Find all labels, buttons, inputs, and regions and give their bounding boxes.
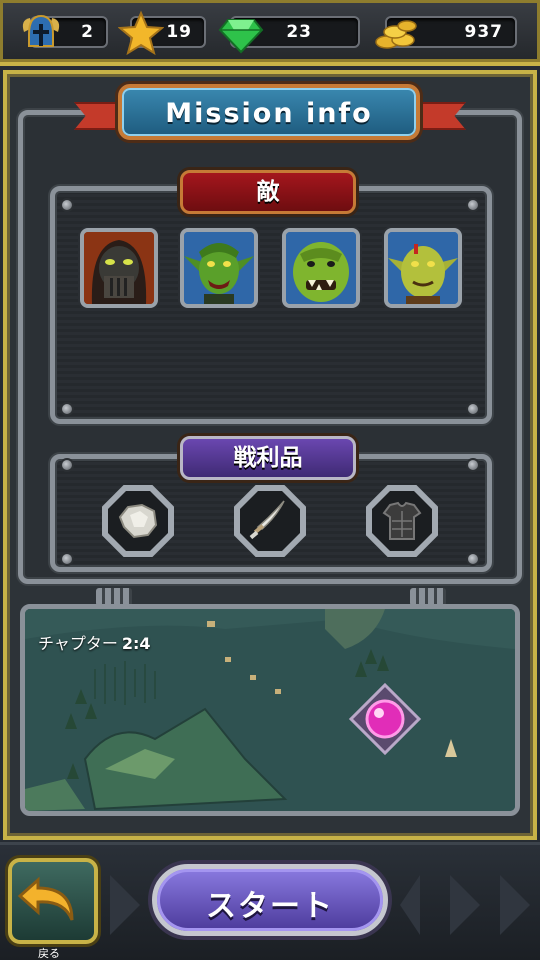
loot-item-3[interactable]	[366, 485, 438, 557]
gems-counter[interactable]: 23	[218, 16, 360, 54]
loot-item-1[interactable]	[102, 485, 174, 557]
coins-counter[interactable]: 937	[375, 16, 517, 49]
bolt	[466, 458, 480, 472]
start-button[interactable]: スタート	[152, 864, 388, 936]
bolt	[60, 402, 74, 416]
back-label: 戻る	[38, 947, 60, 960]
helmet-counter[interactable]: 2	[22, 14, 108, 48]
start-button-label: スタート	[206, 889, 334, 924]
back-button[interactable]	[8, 858, 98, 944]
bolt	[60, 552, 74, 566]
green-orc-enemy-icon	[286, 232, 356, 304]
title-box: Mission info	[118, 84, 420, 140]
bolt	[466, 552, 480, 566]
resource-bar: 2 19 23 937	[0, 0, 540, 66]
chapter-label: チャプター 2:4	[38, 630, 151, 654]
enemy-portrait-2[interactable]	[180, 228, 258, 308]
enemies-header: 敵	[180, 170, 356, 214]
helmet-icon	[22, 14, 60, 47]
chapter-value: 2:4	[121, 634, 151, 653]
coins-count: 937	[464, 22, 503, 42]
loot-item-2[interactable]	[234, 485, 306, 557]
enemy-portrait-1[interactable]	[80, 228, 158, 308]
gem-icon	[218, 19, 264, 54]
stars-count: 19	[166, 22, 192, 42]
title-banner: Mission info	[74, 80, 466, 140]
ore-rock-icon	[118, 503, 158, 539]
gems-count: 23	[286, 22, 312, 42]
star-icon	[118, 10, 164, 56]
chapter-prefix: チャプター	[38, 634, 118, 653]
back-arrow-icon	[17, 876, 74, 921]
bolt	[60, 458, 74, 472]
enemy-portrait-3[interactable]	[282, 228, 360, 308]
game-screen: 2 19 23 937 Mission info 敵 戦利品 チャプター 2:4…	[0, 0, 540, 960]
bolt	[466, 402, 480, 416]
curved-sword-icon	[249, 500, 285, 540]
yellow-orc-enemy-icon	[388, 232, 458, 304]
armor-vest-icon	[382, 501, 422, 540]
coins-icon	[375, 20, 417, 49]
stars-counter[interactable]: 19	[118, 10, 206, 56]
loot-header: 戦利品	[180, 436, 356, 480]
hooded-dark-enemy-icon	[84, 232, 154, 304]
bolt	[60, 198, 74, 212]
page-title: Mission info	[165, 98, 373, 129]
helmet-count: 2	[81, 22, 94, 42]
bolt	[466, 198, 480, 212]
enemy-portrait-4[interactable]	[384, 228, 462, 308]
green-goblin-enemy-icon	[184, 232, 254, 304]
